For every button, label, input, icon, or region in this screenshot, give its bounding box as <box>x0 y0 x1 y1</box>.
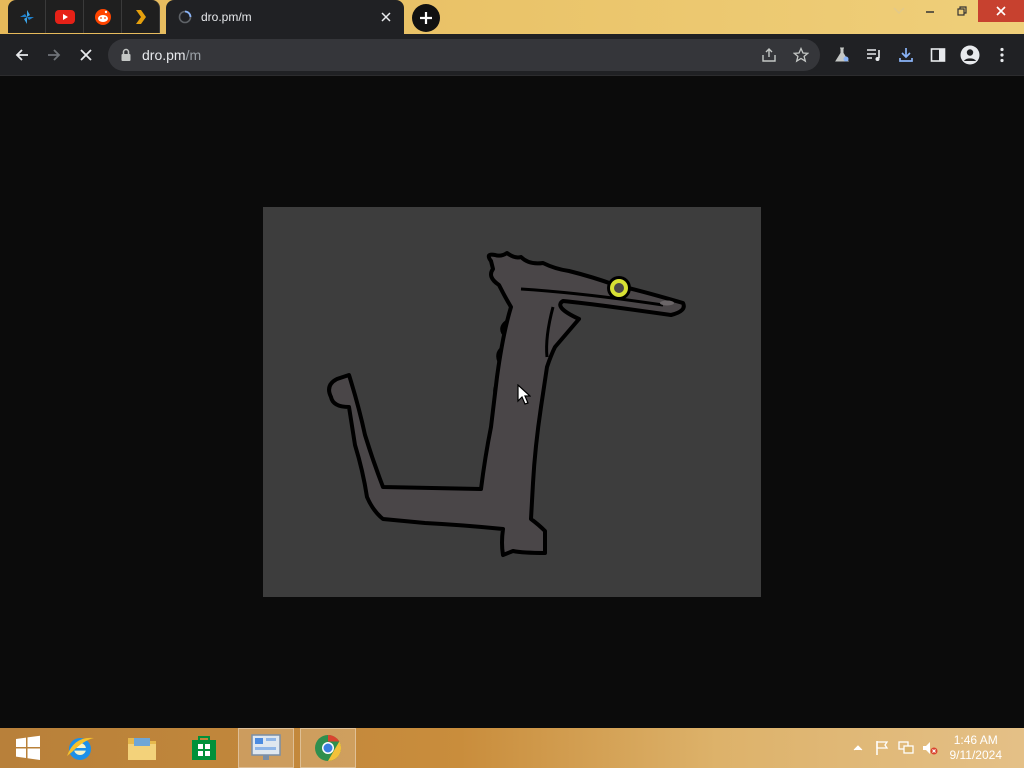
start-button[interactable] <box>0 728 56 768</box>
reddit-icon <box>94 8 111 25</box>
folder-icon <box>128 738 156 760</box>
star-icon <box>793 47 809 63</box>
file-explorer-button[interactable] <box>114 728 170 768</box>
tab-search-button[interactable] <box>888 3 910 19</box>
internet-explorer-button[interactable] <box>52 728 108 768</box>
clock-date: 9/11/2024 <box>949 748 1003 762</box>
avatar-icon <box>960 45 980 65</box>
lock-icon <box>121 48 131 61</box>
blue-pinwheel-icon <box>19 9 34 24</box>
url-path: /m <box>185 47 202 63</box>
pinned-tab-reddit[interactable] <box>84 0 122 33</box>
mouse-cursor-icon <box>517 384 531 405</box>
creature-nostril <box>660 300 674 306</box>
arrow-left-icon <box>15 49 28 61</box>
restore-icon <box>957 6 967 16</box>
stop-x-icon <box>80 49 92 61</box>
windows-taskbar: 1:46 AM 9/11/2024 <box>0 728 1024 768</box>
speaker-muted-icon <box>923 742 938 755</box>
control-panel-button[interactable] <box>238 728 294 768</box>
plex-chevron-icon <box>135 9 146 24</box>
minimize-button[interactable] <box>914 0 946 22</box>
close-icon <box>996 6 1006 16</box>
window-close-button[interactable] <box>978 0 1024 22</box>
download-icon <box>899 48 913 62</box>
pinned-tab-plex[interactable] <box>122 0 160 33</box>
tab-close-button[interactable] <box>376 7 396 27</box>
playlist-icon <box>867 49 880 61</box>
new-tab-button[interactable] <box>412 4 440 32</box>
window-controls <box>914 0 1024 22</box>
show-hidden-icons-button[interactable] <box>850 740 866 756</box>
chrome-button[interactable] <box>300 728 356 768</box>
web-page-content <box>0 76 1024 728</box>
forward-button[interactable] <box>40 41 68 69</box>
tab-title: dro.pm/m <box>201 10 252 24</box>
chevron-down-icon <box>893 7 905 14</box>
tab-strip: dro.pm/m <box>0 0 1024 34</box>
labs-button[interactable] <box>831 44 853 66</box>
tab-active[interactable]: dro.pm/m <box>166 0 404 34</box>
minimize-icon <box>926 11 934 13</box>
flask-icon <box>835 47 849 62</box>
address-url: dro.pm/m <box>142 47 201 63</box>
profile-button[interactable] <box>959 44 981 66</box>
ie-icon <box>67 737 94 760</box>
url-host: dro.pm <box>142 47 186 63</box>
creature-body <box>327 251 686 557</box>
network-icon <box>898 741 914 754</box>
pinned-tabs <box>8 0 160 34</box>
clock-time: 1:46 AM <box>953 733 998 747</box>
system-clock[interactable]: 1:46 AM 9/11/2024 <box>950 733 1003 763</box>
bookmark-button[interactable] <box>791 45 811 65</box>
volume-button[interactable] <box>922 740 938 756</box>
windows-logo-icon <box>16 735 40 760</box>
restore-button[interactable] <box>946 0 978 22</box>
close-icon <box>381 12 391 22</box>
creature-pupil <box>614 283 624 293</box>
pinned-tab-youtube[interactable] <box>46 0 84 33</box>
kebab-menu-icon <box>1000 47 1004 63</box>
youtube-icon <box>54 9 75 24</box>
loading-globe-icon <box>178 10 192 24</box>
network-button[interactable] <box>898 740 914 756</box>
share-button[interactable] <box>759 45 779 65</box>
stop-loading-button[interactable] <box>72 41 100 69</box>
flag-icon <box>876 741 889 755</box>
address-bar[interactable]: dro.pm/m <box>108 39 820 71</box>
side-panel-button[interactable] <box>927 44 949 66</box>
media-control-button[interactable] <box>863 44 885 66</box>
downloads-button[interactable] <box>895 44 917 66</box>
chevron-up-icon <box>853 745 863 751</box>
store-icon <box>192 736 216 760</box>
arrow-right-icon <box>48 49 61 61</box>
action-center-button[interactable] <box>874 740 890 756</box>
drawing-canvas[interactable] <box>263 207 761 597</box>
share-icon <box>762 48 776 62</box>
chrome-icon <box>315 734 342 762</box>
plus-icon <box>420 12 432 24</box>
side-panel-icon <box>930 48 946 62</box>
store-button[interactable] <box>176 728 232 768</box>
pinned-tab-1[interactable] <box>8 0 46 33</box>
browser-toolbar: dro.pm/m <box>0 34 1024 76</box>
back-button[interactable] <box>8 41 36 69</box>
browser-menu-button[interactable] <box>991 44 1013 66</box>
control-panel-icon <box>251 734 281 760</box>
creature-drawing <box>327 251 686 557</box>
